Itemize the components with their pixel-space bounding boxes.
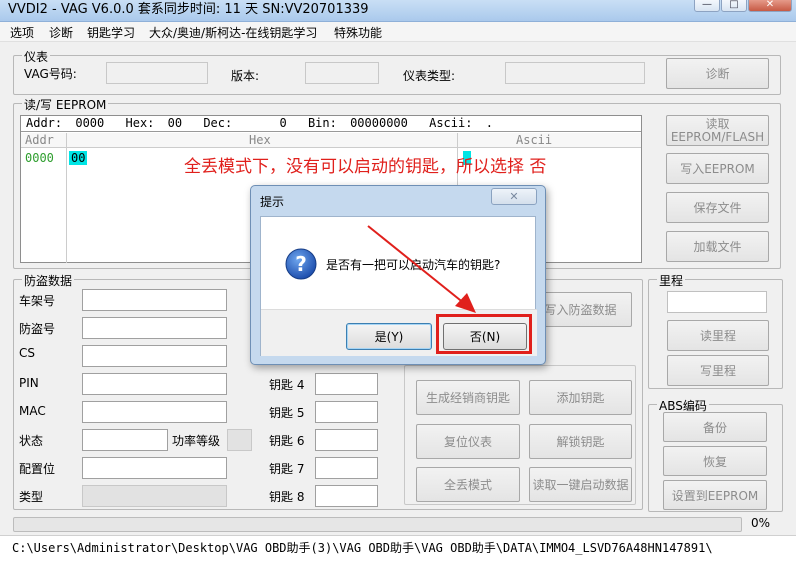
menu-special-functions[interactable]: 特殊功能 bbox=[334, 24, 382, 41]
save-file-button[interactable]: 保存文件 bbox=[666, 192, 769, 223]
read-mileage-button[interactable]: 读里程 bbox=[667, 320, 769, 351]
type-label: 类型 bbox=[19, 490, 44, 504]
selected-hex-byte[interactable]: 00 bbox=[69, 151, 88, 165]
abs-restore-button[interactable]: 恢复 bbox=[663, 446, 767, 476]
ascii-value: . bbox=[485, 116, 493, 130]
cs-field[interactable] bbox=[82, 345, 227, 367]
progress-percent: 0% bbox=[751, 516, 771, 530]
power-level-field bbox=[227, 429, 252, 451]
key7-field[interactable] bbox=[315, 457, 378, 479]
ascii-column-header: Ascii bbox=[516, 133, 553, 147]
config-label: 配置位 bbox=[19, 462, 56, 476]
status-path: C:\Users\Administrator\Desktop\VAG OBD助手… bbox=[12, 541, 713, 555]
key8-field[interactable] bbox=[315, 485, 378, 507]
key4-label: 钥匙 4 bbox=[269, 378, 305, 392]
mac-field[interactable] bbox=[82, 401, 227, 423]
eeprom-info-bar: Addr: 0000 Hex: 00 Dec: 0 Bin: 00000000 … bbox=[21, 116, 641, 132]
type-field bbox=[82, 485, 227, 507]
vag-number-field bbox=[106, 62, 208, 84]
eeprom-column-header: Addr Hex Ascii bbox=[21, 133, 641, 148]
minimize-button[interactable]: — bbox=[694, 0, 720, 12]
dialog-title: 提示 bbox=[260, 195, 285, 209]
all-keys-lost-button[interactable]: 全丢模式 bbox=[416, 467, 520, 502]
instrument-type-label: 仪表类型: bbox=[403, 69, 456, 83]
hex-label: Hex: bbox=[125, 116, 155, 130]
mac-label: MAC bbox=[19, 404, 46, 418]
status-bar: C:\Users\Administrator\Desktop\VAG OBD助手… bbox=[0, 535, 796, 564]
addr-label: Addr: bbox=[26, 116, 63, 130]
immo-legend: 防盗数据 bbox=[22, 272, 75, 289]
addr-value: 0000 bbox=[75, 116, 105, 130]
read-keyless-data-button[interactable]: 读取一键启动数据 bbox=[529, 467, 632, 502]
mileage-legend: 里程 bbox=[657, 272, 686, 289]
add-key-button[interactable]: 添加钥匙 bbox=[529, 380, 632, 415]
addr-divider bbox=[66, 133, 67, 263]
pin-field[interactable] bbox=[82, 373, 227, 395]
dec-value: 0 bbox=[279, 116, 287, 130]
annotation-text: 全丢模式下，没有可以启动的钥匙，所以选择 否 bbox=[184, 157, 547, 177]
write-eeprom-button[interactable]: 写入EEPROM bbox=[666, 153, 769, 184]
vag-number-label: VAG号码: bbox=[24, 67, 77, 81]
menu-key-learning[interactable]: 钥匙学习 bbox=[87, 24, 135, 41]
key5-field[interactable] bbox=[315, 401, 378, 423]
dialog-close-button[interactable]: ✕ bbox=[491, 188, 537, 205]
key5-label: 钥匙 5 bbox=[269, 406, 305, 420]
load-file-button[interactable]: 加载文件 bbox=[666, 231, 769, 262]
cs-label: CS bbox=[19, 346, 35, 360]
hex-column-header: Hex bbox=[249, 133, 271, 147]
svg-text:?: ? bbox=[295, 252, 307, 276]
instrument-legend: 仪表 bbox=[22, 48, 51, 65]
abs-set-eeprom-button[interactable]: 设置到EEPROM bbox=[663, 480, 767, 510]
diagnose-button[interactable]: 诊断 bbox=[666, 58, 769, 89]
close-button[interactable]: ✕ bbox=[748, 0, 792, 12]
menu-options[interactable]: 选项 bbox=[10, 24, 34, 41]
generate-dealer-key-button[interactable]: 生成经销商钥匙 bbox=[416, 380, 520, 415]
instrument-type-field bbox=[505, 62, 645, 84]
key4-field[interactable] bbox=[315, 373, 378, 395]
pin-label: PIN bbox=[19, 376, 39, 390]
status-field[interactable] bbox=[82, 429, 168, 451]
question-icon: ? bbox=[285, 248, 317, 283]
pointer-arrow bbox=[367, 225, 476, 313]
unlock-key-button[interactable]: 解锁钥匙 bbox=[529, 424, 632, 459]
hex-value: 00 bbox=[167, 116, 183, 130]
eeprom-legend: 读/写 EEPROM bbox=[22, 96, 109, 113]
dec-label: Dec: bbox=[203, 116, 233, 130]
vin-label: 车架号 bbox=[19, 294, 56, 308]
window-title: VVDI2 - VAG V6.0.0 套系同步时间: 11 天 SN:VV207… bbox=[8, 2, 369, 17]
addr-column-header: Addr bbox=[25, 133, 54, 147]
no-button-highlight bbox=[436, 314, 532, 354]
key6-field[interactable] bbox=[315, 429, 378, 451]
version-label: 版本: bbox=[231, 69, 260, 83]
key8-label: 钥匙 8 bbox=[269, 490, 305, 504]
yes-button[interactable]: 是(Y) bbox=[346, 323, 432, 350]
write-mileage-button[interactable]: 写里程 bbox=[667, 355, 769, 386]
reset-cluster-button[interactable]: 复位仪表 bbox=[416, 424, 520, 459]
version-field bbox=[305, 62, 379, 84]
title-bar: VVDI2 - VAG V6.0.0 套系同步时间: 11 天 SN:VV207… bbox=[0, 0, 796, 22]
progress-bar bbox=[13, 517, 742, 532]
immo-number-field[interactable] bbox=[82, 317, 227, 339]
vin-field[interactable] bbox=[82, 289, 227, 311]
ascii-label: Ascii: bbox=[429, 116, 473, 130]
bin-value: 00000000 bbox=[350, 116, 408, 130]
key7-label: 钥匙 7 bbox=[269, 462, 305, 476]
menu-online-key-learning[interactable]: 大众/奥迪/斯柯达-在线钥匙学习 bbox=[149, 24, 317, 41]
mileage-field[interactable] bbox=[667, 291, 767, 313]
power-level-label: 功率等级 bbox=[172, 434, 221, 448]
bin-label: Bin: bbox=[307, 116, 337, 130]
menu-diagnose[interactable]: 诊断 bbox=[49, 24, 73, 41]
config-field[interactable] bbox=[82, 457, 227, 479]
immo-number-label: 防盗号 bbox=[19, 322, 56, 336]
status-label: 状态 bbox=[19, 434, 44, 448]
maximize-button[interactable]: □ bbox=[721, 0, 747, 12]
key6-label: 钥匙 6 bbox=[269, 434, 305, 448]
abs-backup-button[interactable]: 备份 bbox=[663, 412, 767, 442]
row-address: 0000 bbox=[25, 151, 54, 165]
menu-bar: 选项 诊断 钥匙学习 大众/奥迪/斯柯达-在线钥匙学习 特殊功能 bbox=[0, 22, 796, 42]
read-eeprom-button[interactable]: 读取 EEPROM/FLASH bbox=[666, 115, 769, 146]
